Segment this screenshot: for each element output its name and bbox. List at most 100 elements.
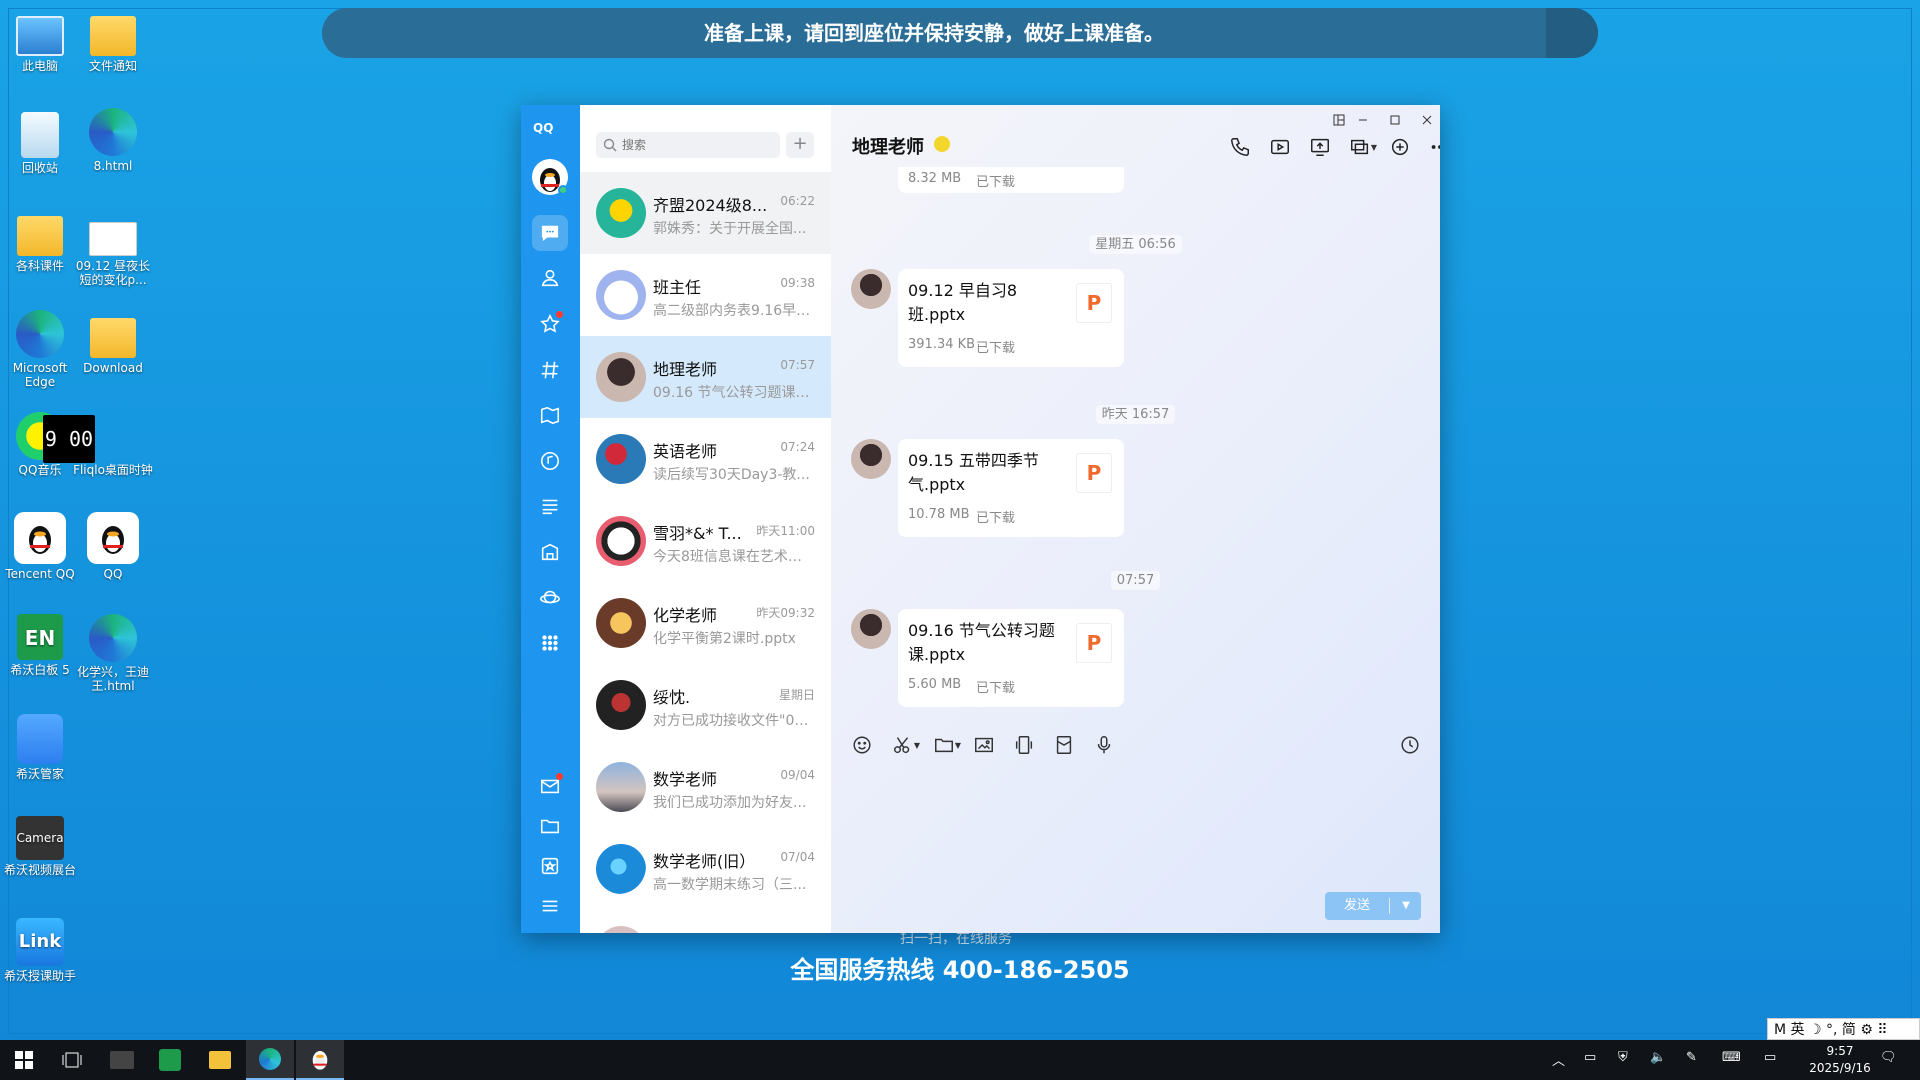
send-image-button[interactable]	[970, 732, 998, 758]
conversation-item[interactable]: 数学老师 09/04 我们已成功添加为好友...	[580, 746, 831, 828]
folder-warning-icon	[90, 16, 136, 56]
nav-feed[interactable]	[532, 488, 568, 524]
network-icon[interactable]: ▭	[1584, 1050, 1596, 1065]
add-button[interactable]: +	[786, 132, 814, 158]
taskbar-file-explorer[interactable]	[196, 1040, 244, 1080]
notification-center-icon[interactable]: 🗨	[1880, 1050, 1897, 1065]
close-button[interactable]	[1411, 109, 1440, 131]
desktop-icon-file-notice[interactable]: 文件通知	[73, 8, 153, 73]
taskbar-clock[interactable]: 9:57 2025/9/16	[1804, 1043, 1876, 1077]
nav-files[interactable]	[532, 808, 568, 844]
nav-games[interactable]	[532, 534, 568, 570]
conversation-item-selected[interactable]: 地理老师 07:57 09.16 节气公转习题课....	[580, 336, 831, 418]
conversation-item[interactable]	[580, 910, 831, 933]
search-input[interactable]	[622, 132, 772, 158]
nav-bookmarks[interactable]	[532, 848, 568, 884]
conversation-name: 班主任	[653, 278, 702, 297]
sender-avatar[interactable]	[851, 609, 891, 649]
nav-main-menu[interactable]	[532, 888, 568, 924]
conversation-item[interactable]: 绥忱. 星期日 对方已成功接收文件"09...	[580, 664, 831, 746]
nav-music[interactable]	[532, 443, 568, 479]
phone-icon	[1231, 138, 1249, 156]
desktop-icon-seewo-manager[interactable]: 希沃管家	[0, 714, 80, 781]
desktop-icon-qq[interactable]: QQ	[73, 512, 153, 581]
send-options-chevron-icon[interactable]: ▼	[1391, 892, 1421, 920]
voice-message-button[interactable]	[1090, 732, 1118, 758]
desktop-icon-this-pc[interactable]: 此电脑	[0, 8, 80, 73]
file-message-partial[interactable]: 8.32 MB 已下载	[898, 167, 1124, 193]
security-icon[interactable]: ⛨	[1618, 1050, 1628, 1065]
nav-mail[interactable]	[532, 768, 568, 804]
taskbar-camera-app[interactable]	[98, 1040, 146, 1080]
desktop-icon-microsoft-edge[interactable]: Microsoft Edge	[0, 310, 80, 389]
nav-channels[interactable]	[532, 352, 568, 388]
screen-share-button[interactable]	[1306, 133, 1334, 161]
desktop-icon-tencent-qq[interactable]: Tencent QQ	[0, 512, 80, 581]
taskbar-qq[interactable]	[296, 1040, 344, 1080]
emoji-button[interactable]	[848, 732, 876, 758]
screenshot-button[interactable]: ▼	[888, 732, 924, 758]
start-button[interactable]	[0, 1040, 48, 1080]
nav-planet[interactable]	[532, 579, 568, 615]
nav-more-apps[interactable]	[532, 625, 568, 661]
add-member-button[interactable]	[1386, 133, 1414, 161]
desktop-icon-download[interactable]: Download	[73, 310, 153, 375]
desktop-icon-courseware[interactable]: 各科课件	[0, 208, 80, 273]
conversation-name: 数学老师	[653, 770, 718, 789]
desktop-icon-fliqlo[interactable]: 9 00 Fliqlo桌面时钟	[43, 412, 153, 477]
desktop-icon-seewo-board[interactable]: EN 希沃白板 5	[0, 614, 80, 677]
desktop-icon-seewo-camera[interactable]: Camera 希沃视频展台	[0, 816, 80, 877]
conversation-name: 齐盟2024级8...	[653, 196, 768, 215]
file-message[interactable]: 09.15 五带四季节气.pptx 10.78 MB 已下载 P	[898, 439, 1124, 537]
conversation-item[interactable]: 齐盟2024级8... 06:22 郭姝秀：关于开展全国...	[580, 172, 831, 254]
message-history-button[interactable]	[1396, 732, 1424, 758]
sender-avatar[interactable]	[851, 439, 891, 479]
tablet-mode-icon[interactable]: ▭	[1764, 1050, 1776, 1065]
remote-assist-button[interactable]: ▼	[1346, 133, 1380, 161]
taskbar-seewo-board[interactable]	[146, 1040, 194, 1080]
red-packet-icon	[1056, 736, 1072, 754]
ime-toolbar[interactable]: M 英 ☽ °, 简 ⚙ ⠿	[1767, 1018, 1920, 1040]
sender-avatar[interactable]	[851, 269, 891, 309]
search-box[interactable]	[596, 132, 780, 158]
send-file-button[interactable]: ▼	[929, 732, 965, 758]
video-call-button[interactable]	[1266, 133, 1294, 161]
send-button[interactable]: 发送 ▼	[1325, 892, 1421, 920]
nav-space[interactable]	[532, 397, 568, 433]
pen-icon[interactable]: ✎	[1686, 1050, 1697, 1065]
file-message[interactable]: 09.16 节气公转习题课.pptx 5.60 MB 已下载 P	[898, 609, 1124, 707]
folder-icon	[90, 318, 136, 358]
desktop-icon-ppt-0912[interactable]: 09.12 昼夜长短的变化p...	[73, 208, 153, 287]
conversation-item[interactable]: 班主任 09:38 高二级部内务表9.16早(...	[580, 254, 831, 336]
desktop-icon-8-html[interactable]: 8.html	[73, 108, 153, 173]
file-status: 已下载	[976, 681, 1016, 696]
conversation-item[interactable]: 英语老师 07:24 读后续写30天Day3-教...	[580, 418, 831, 500]
minimize-button[interactable]	[1347, 109, 1379, 131]
file-message[interactable]: 09.12 早自习8班.pptx 391.34 KB 已下载 P	[898, 269, 1124, 367]
desktop-icon-chem-html[interactable]: 化学兴，王迪王.html	[73, 614, 153, 693]
desktop-icon-recycle-bin[interactable]: 回收站	[0, 108, 80, 175]
desktop-icon-label: 化学兴，王迪王.html	[76, 665, 149, 693]
nav-favorites[interactable]	[532, 306, 568, 342]
tray-chevron-up-icon[interactable]: ︿	[1552, 1050, 1565, 1069]
nav-contacts[interactable]	[532, 260, 568, 296]
chevron-down-icon: ▼	[913, 740, 921, 750]
bookmark-icon	[541, 857, 559, 875]
taskbar-edge[interactable]	[246, 1040, 294, 1080]
more-options-button[interactable]	[1426, 133, 1440, 161]
send-label: 发送	[1343, 898, 1370, 913]
chat-panel: 地理老师 ▼ 8.32 MB 已下载 星期五 06:56 09.12 早自习8班…	[831, 105, 1440, 933]
conversation-item[interactable]: 雪羽*&* T... 昨天11:00 今天8班信息课在艺术楼...	[580, 500, 831, 582]
task-view-button[interactable]	[48, 1040, 96, 1080]
voice-call-button[interactable]	[1226, 133, 1254, 161]
red-packet-button[interactable]	[1050, 732, 1078, 758]
volume-muted-icon[interactable]: 🔈	[1650, 1050, 1666, 1065]
maximize-button[interactable]	[1379, 109, 1411, 131]
shake-button[interactable]	[1010, 732, 1038, 758]
my-avatar[interactable]	[532, 159, 568, 195]
conversation-item[interactable]: 化学老师 昨天09:32 化学平衡第2课时.pptx	[580, 582, 831, 664]
nav-messages[interactable]	[532, 215, 568, 251]
keyboard-icon[interactable]: ⌨	[1722, 1050, 1741, 1065]
conversation-item[interactable]: 数学老师(旧） 07/04 高一数学期末练习（三...	[580, 828, 831, 910]
conversation-time: 09:38	[780, 276, 815, 290]
